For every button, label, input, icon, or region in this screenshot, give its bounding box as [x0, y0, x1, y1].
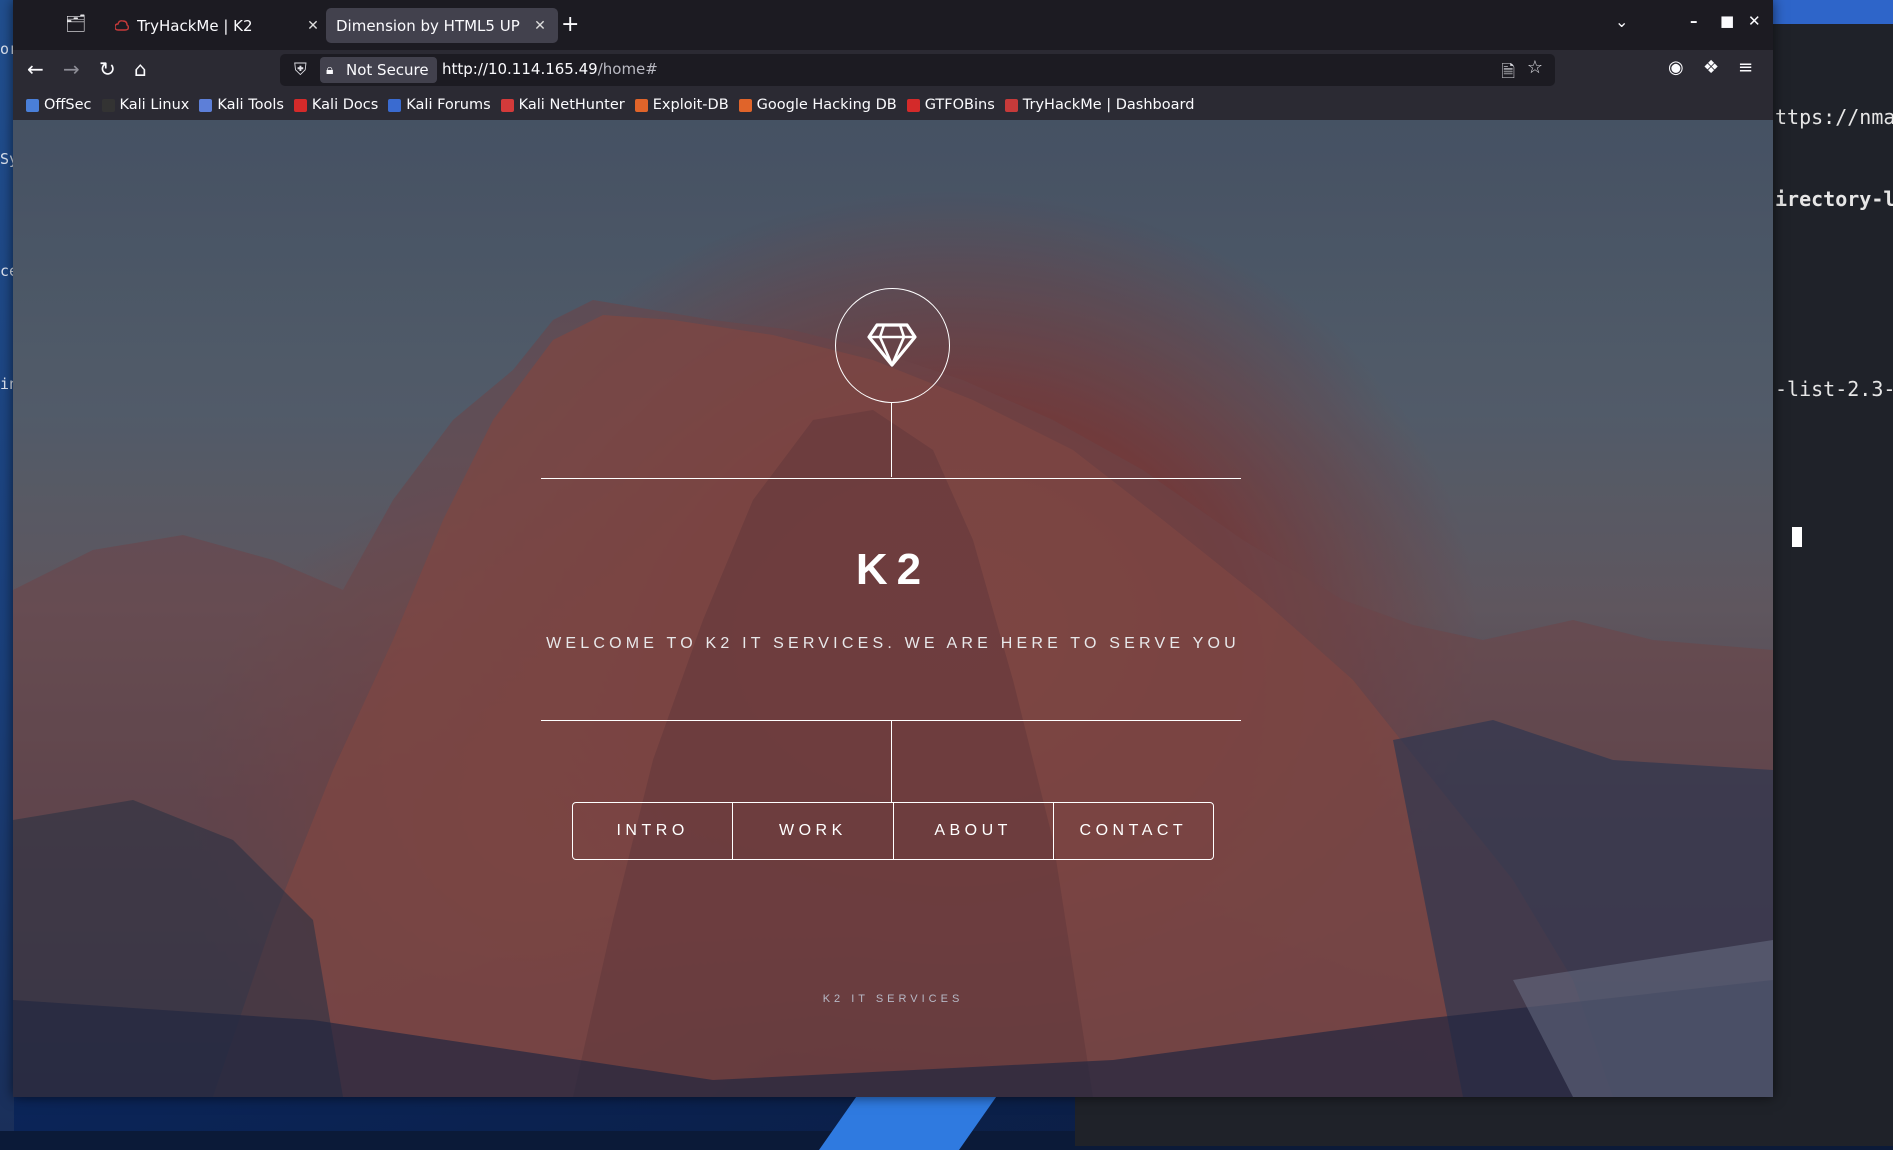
bookmark-tryhackme-dashboard[interactable]: TryHackMe | Dashboard	[1004, 97, 1195, 113]
reader-view-icon[interactable]: 🗎︎	[1501, 59, 1515, 88]
page-overlay	[13, 120, 1773, 1097]
logo-circle	[835, 288, 950, 403]
bookmark-gtfobins[interactable]: GTFOBins	[906, 97, 995, 113]
terminal-line: irectory-lis	[1775, 187, 1893, 211]
lock-icon: 🔒︎	[326, 62, 334, 78]
chevron-down-icon[interactable]: ⌄	[1615, 12, 1628, 31]
tab-label: TryHackMe | K2	[137, 16, 253, 35]
bookmark-label: TryHackMe | Dashboard	[1022, 97, 1195, 113]
site-footer: K2 IT SERVICES	[822, 993, 964, 1005]
main-nav: INTRO WORK ABOUT CONTACT	[572, 802, 1214, 860]
nav-work-link[interactable]: WORK	[732, 803, 892, 859]
nav-intro-link[interactable]: INTRO	[573, 803, 732, 859]
kali-dragon-icon	[101, 98, 115, 112]
bookmark-label: Exploit-DB	[652, 97, 729, 113]
desktop-icons-strip: or Sy ce in	[0, 0, 18, 1131]
connector-line	[891, 721, 892, 802]
bookmark-label: Kali Linux	[119, 97, 190, 113]
exploit-db-icon	[634, 98, 648, 112]
header-top-divider	[541, 478, 1241, 479]
terminal-line: ttps://nmap.	[1775, 105, 1893, 129]
bookmark-label: Kali NetHunter	[518, 97, 625, 113]
bookmark-label: Kali Forums	[406, 97, 491, 113]
gtfobins-icon	[906, 98, 920, 112]
maximize-icon[interactable]: ■	[1720, 12, 1734, 30]
kali-tools-icon	[199, 98, 213, 112]
terminal-line: -list-2.3-me	[1775, 377, 1893, 401]
bookmark-label: Kali Docs	[311, 97, 379, 113]
offsec-icon	[26, 98, 39, 112]
navigation-toolbar: ← → ↻ ⌂ ⛨ 🔒︎ Not Secure http://10.114.16…	[13, 50, 1773, 90]
bookmark-label: Google Hacking DB	[756, 97, 897, 113]
close-icon[interactable]: ✕	[305, 18, 321, 34]
bookmarks-toolbar: OffSec Kali Linux Kali Tools Kali Docs K…	[13, 90, 1773, 120]
ghdb-icon	[738, 98, 752, 112]
browser-window: 🗂︎ TryHackMe | K2 ✕ Dimension by HTML5 U…	[13, 0, 1773, 1097]
bookmark-kali-linux[interactable]: Kali Linux	[101, 97, 190, 113]
nav-about-link[interactable]: ABOUT	[892, 803, 1053, 859]
shield-icon[interactable]: ⛨	[294, 60, 307, 80]
bookmark-offsec[interactable]: OffSec	[26, 97, 92, 113]
site-tagline: WELCOME TO K2 IT SERVICES. WE ARE HERE T…	[546, 635, 1240, 652]
bookmark-kali-tools[interactable]: Kali Tools	[199, 97, 284, 113]
security-indicator[interactable]: 🔒︎ Not Secure	[320, 57, 437, 83]
kali-docs-icon	[293, 98, 307, 112]
address-bar[interactable]: ⛨ 🔒︎ Not Secure http://10.114.165.49/hom…	[280, 54, 1555, 86]
bookmark-label: OffSec	[44, 97, 92, 113]
tab-bar: 🗂︎ TryHackMe | K2 ✕ Dimension by HTML5 U…	[13, 0, 1773, 50]
url-text[interactable]: http://10.114.165.49/home#	[442, 60, 658, 78]
minimize-icon[interactable]: –	[1690, 12, 1698, 30]
nav-contact-link[interactable]: CONTACT	[1052, 803, 1213, 859]
url-host: http://10.114.165.49	[442, 60, 598, 78]
menu-icon[interactable]: ≡	[1738, 57, 1753, 78]
bookmark-label: Kali Tools	[217, 97, 284, 113]
firefox-view-icon[interactable]: 🗂︎	[65, 14, 87, 34]
diamond-icon	[867, 323, 917, 367]
web-page: K2 WELCOME TO K2 IT SERVICES. WE ARE HER…	[13, 120, 1773, 1097]
site-title: K2	[855, 545, 931, 594]
forward-arrow-icon[interactable]: →	[63, 57, 80, 81]
new-tab-plus-icon[interactable]: +	[561, 12, 579, 37]
close-window-icon[interactable]: ✕	[1748, 12, 1761, 30]
tryhackme-icon	[1004, 98, 1018, 112]
kali-forums-icon	[388, 98, 402, 112]
close-icon[interactable]: ✕	[532, 18, 548, 34]
security-label: Not Secure	[346, 61, 429, 79]
tab-label: Dimension by HTML5 UP	[336, 16, 520, 35]
bookmark-kali-docs[interactable]: Kali Docs	[293, 97, 379, 113]
bookmark-kali-nethunter[interactable]: Kali NetHunter	[500, 97, 625, 113]
connector-line	[891, 403, 892, 477]
url-path: /home#	[597, 60, 658, 78]
terminal-cursor	[1792, 527, 1802, 547]
reload-icon[interactable]: ↻	[99, 57, 116, 81]
home-icon[interactable]: ⌂	[134, 57, 147, 81]
bookmark-label: GTFOBins	[924, 97, 995, 113]
tryhackme-favicon-icon	[115, 19, 129, 31]
nethunter-icon	[500, 98, 514, 112]
tab-dimension[interactable]: Dimension by HTML5 UP ✕	[326, 8, 558, 43]
tab-tryhackme[interactable]: TryHackMe | K2 ✕	[105, 8, 331, 43]
bookmark-google-hacking-db[interactable]: Google Hacking DB	[738, 97, 897, 113]
extensions-icon[interactable]: ❖	[1703, 57, 1719, 78]
bookmark-kali-forums[interactable]: Kali Forums	[388, 97, 491, 113]
bookmark-exploit-db[interactable]: Exploit-DB	[634, 97, 729, 113]
bookmark-star-icon[interactable]: ☆	[1527, 57, 1543, 78]
back-arrow-icon[interactable]: ←	[27, 57, 44, 81]
account-icon[interactable]: ◉	[1668, 57, 1684, 78]
